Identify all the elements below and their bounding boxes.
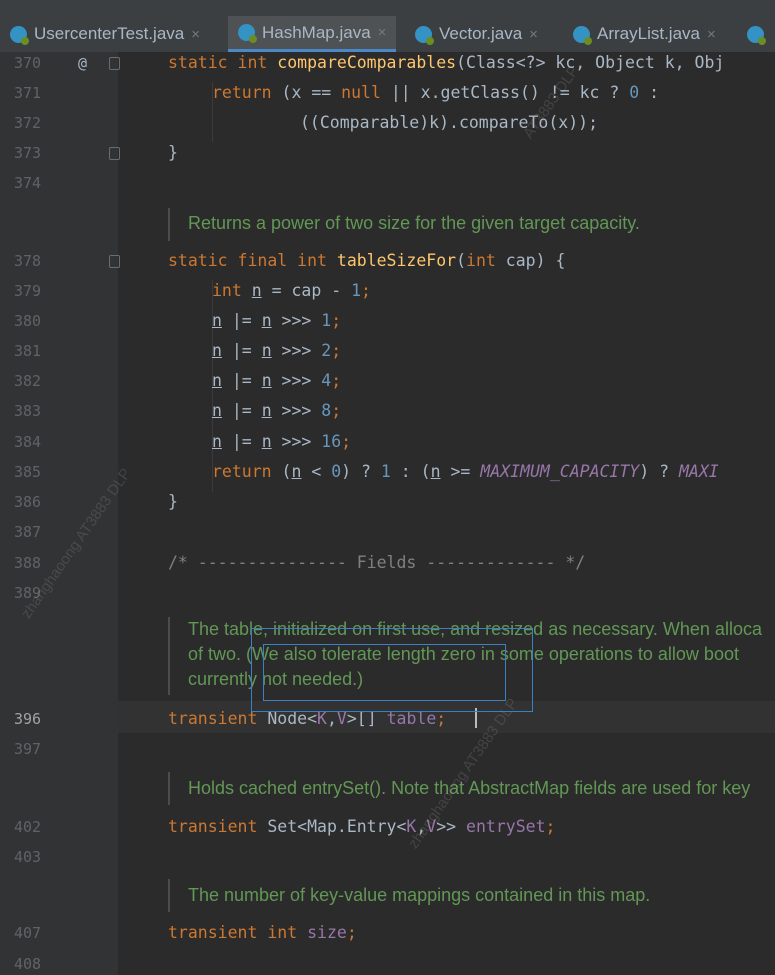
line-number: 372 (14, 114, 42, 132)
line-number: 397 (14, 740, 42, 758)
code-line-370: static int compareComparables(Class<?> k… (168, 53, 725, 72)
code-line-373: } (168, 143, 178, 162)
java-class-icon (747, 25, 766, 45)
code-line-386: } (168, 492, 178, 511)
code-line-381: n |= n >>> 2; (212, 341, 342, 360)
doc-comment: Returns a power of two size for the give… (168, 208, 775, 241)
code-line-383: n |= n >>> 8; (212, 401, 342, 420)
line-number: 370 (14, 54, 42, 72)
code-line-407: transient int size; (168, 923, 357, 942)
line-number: 383 (14, 402, 42, 420)
code-line-378: static final int tableSizeFor(int cap) { (168, 251, 566, 270)
line-number: 380 (14, 312, 42, 330)
close-icon[interactable]: × (529, 26, 538, 43)
java-class-icon (415, 25, 434, 45)
doc-comment: The number of key-value mappings contain… (168, 879, 775, 912)
code-line-384: n |= n >>> 16; (212, 432, 352, 451)
close-icon[interactable]: × (707, 26, 716, 43)
tab-label: ArrayList.java (597, 24, 700, 43)
java-class-icon (10, 25, 29, 45)
line-number: 373 (14, 144, 42, 162)
fold-icon[interactable] (109, 147, 120, 160)
line-number-current: 396 (14, 710, 42, 728)
doc-comment: Holds cached entrySet(). Note that Abstr… (168, 772, 775, 805)
tab-label: UsercenterTest.java (34, 24, 185, 43)
override-marker-icon[interactable]: @ (78, 54, 87, 72)
close-icon[interactable]: × (191, 26, 200, 43)
line-number: 379 (14, 282, 42, 300)
fold-icon[interactable] (109, 57, 120, 70)
line-number: 408 (14, 955, 42, 973)
code-line-382: n |= n >>> 4; (212, 371, 342, 390)
tab-usercentertest[interactable]: UsercenterTest.java × (10, 16, 200, 52)
selection-box-inner (263, 644, 506, 701)
tab-overflow[interactable] (747, 16, 771, 52)
line-number: 381 (14, 342, 42, 360)
line-number: 374 (14, 174, 42, 192)
code-line-385: return (n < 0) ? 1 : (n >= MAXIMUM_CAPAC… (212, 462, 719, 481)
line-number: 402 (14, 818, 42, 836)
tab-arraylist[interactable]: ArrayList.java × (573, 16, 716, 52)
tab-hashmap[interactable]: HashMap.java × (228, 16, 397, 52)
line-number: 403 (14, 848, 42, 866)
code-editor[interactable]: 370 371 372 373 374 378 379 380 381 382 … (0, 52, 775, 975)
fold-icon[interactable] (109, 255, 120, 268)
line-number: 386 (14, 493, 42, 511)
line-number: 385 (14, 463, 42, 481)
editor-tab-bar: UsercenterTest.java × HashMap.java × Vec… (0, 0, 775, 53)
code-line-388: /* --------------- Fields ------------- … (168, 553, 586, 572)
code-line-379: int n = cap - 1; (212, 281, 371, 300)
code-line-402: transient Set<Map.Entry<K,V>> entrySet; (168, 817, 556, 836)
code-line-372: ((Comparable)k).compareTo(x)); (300, 113, 599, 132)
close-icon[interactable]: × (378, 24, 387, 41)
line-number: 384 (14, 433, 42, 451)
line-number: 407 (14, 924, 42, 942)
tab-vector[interactable]: Vector.java × (415, 16, 538, 52)
tab-label: HashMap.java (262, 22, 371, 42)
line-number: 378 (14, 252, 42, 270)
java-class-icon (238, 24, 257, 43)
tab-label: Vector.java (439, 24, 523, 43)
line-number: 382 (14, 372, 42, 390)
line-number: 371 (14, 84, 42, 102)
code-line-371: return (x == null || x.getClass() != kc … (212, 83, 660, 102)
line-number: 387 (14, 523, 42, 541)
code-line-380: n |= n >>> 1; (212, 311, 342, 330)
java-class-icon (573, 25, 592, 45)
